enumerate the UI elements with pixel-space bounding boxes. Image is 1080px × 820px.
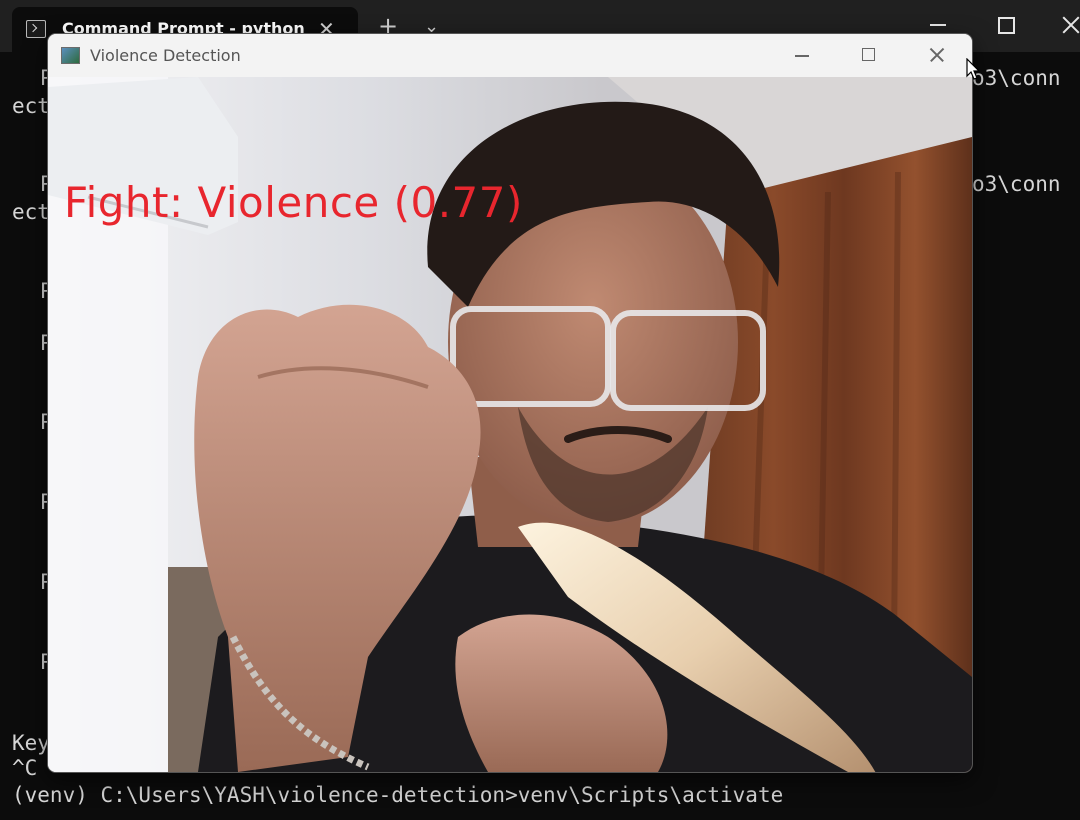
webcam-video-frame: Fight: Violence (0.77) [48,77,972,772]
terminal-line: ect [12,94,50,118]
terminal-line: o3\conn [972,172,1061,196]
terminal-maximize-button[interactable] [986,8,1026,42]
detection-result-label: Fight: Violence (0.77) [64,178,523,227]
mouse-cursor-icon [966,58,980,80]
minimize-button[interactable] [780,40,824,70]
terminal-line: ^C [12,756,38,780]
terminal-close-button[interactable] [1050,8,1080,42]
close-button[interactable] [914,40,958,70]
violence-detection-window: Violence Detection Fight: Violence (0.77… [48,34,972,772]
terminal-line: ect [12,200,50,224]
terminal-line: o3\conn [972,66,1061,90]
app-window-icon [61,47,80,64]
window-title: Violence Detection [90,46,241,65]
window-titlebar[interactable]: Violence Detection [48,34,972,77]
maximize-button[interactable] [846,40,890,70]
terminal-icon [26,20,46,38]
terminal-prompt-line[interactable]: (venv) C:\Users\YASH\violence-detection>… [12,783,783,807]
terminal-line: Key [12,731,50,755]
